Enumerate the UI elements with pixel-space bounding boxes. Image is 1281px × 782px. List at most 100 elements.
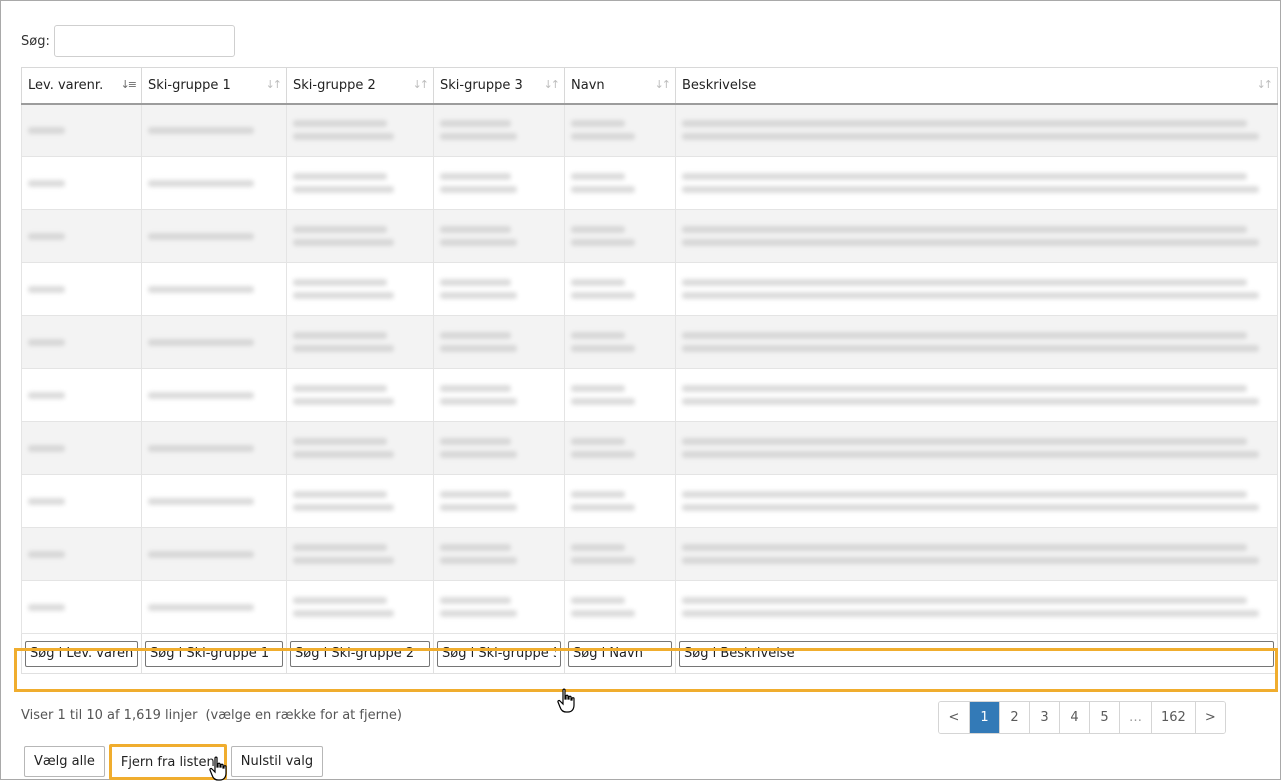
table-cell-redacted [564, 368, 676, 422]
column-header-ski-gruppe-2[interactable]: Ski-gruppe 2 ↓↑ [286, 67, 434, 105]
table-cell-redacted [21, 580, 142, 634]
table-cell-redacted [675, 527, 1278, 581]
table-cell-redacted [675, 103, 1278, 157]
table-cell-redacted [675, 262, 1278, 316]
table-cell-redacted [286, 421, 434, 475]
pagination-page-1[interactable]: 1 [969, 702, 999, 733]
selection-hint: (vælge en række for at fjerne) [205, 708, 402, 723]
pagination-page-2[interactable]: 2 [999, 702, 1029, 733]
table-cell-redacted [675, 209, 1278, 263]
table-cell-redacted [433, 209, 565, 263]
table-row[interactable] [21, 474, 1278, 528]
sort-icon: ↓↑ [654, 78, 672, 91]
table-cell-redacted [286, 209, 434, 263]
table-cell-redacted [675, 156, 1278, 210]
sort-asc-icon: ↓≡ [120, 78, 138, 91]
table-cell-redacted [21, 527, 142, 581]
filter-input-beskrivelse[interactable] [679, 640, 1274, 667]
sort-icon: ↓↑ [412, 78, 430, 91]
table-cell-redacted [433, 156, 565, 210]
table-cell-redacted [433, 580, 565, 634]
column-header-ski-gruppe-1[interactable]: Ski-gruppe 1 ↓↑ [141, 67, 287, 105]
pagination-prev-button[interactable]: < [939, 702, 969, 733]
table-cell-redacted [564, 580, 676, 634]
table-cell-redacted [433, 527, 565, 581]
filter-input-ski-gruppe-3[interactable] [437, 640, 561, 667]
filter-input-navn[interactable] [568, 640, 672, 667]
table-cell-redacted [141, 580, 287, 634]
table-cell-redacted [141, 209, 287, 263]
table-row[interactable] [21, 315, 1278, 369]
table-cell-redacted [141, 474, 287, 528]
table-cell-redacted [564, 315, 676, 369]
table-cell-redacted [141, 103, 287, 157]
table-cell-redacted [141, 421, 287, 475]
table-row[interactable] [21, 421, 1278, 475]
sort-icon: ↓↑ [1256, 78, 1274, 91]
table-cell-redacted [21, 474, 142, 528]
action-buttons: Vælg alle Fjern fra listen Nulstil valg [24, 744, 327, 780]
table-cell-redacted [286, 527, 434, 581]
table-cell-redacted [433, 315, 565, 369]
table-cell-redacted [141, 156, 287, 210]
pagination-page-5[interactable]: 5 [1089, 702, 1119, 733]
table-cell-redacted [675, 580, 1278, 634]
row-count-text: Viser 1 til 10 af 1,619 linjer [21, 708, 198, 723]
column-filter-row [21, 633, 1278, 674]
pagination-next-button[interactable]: > [1194, 702, 1225, 733]
table-cell-redacted [564, 156, 676, 210]
table-cell-redacted [675, 421, 1278, 475]
table-cell-redacted [286, 103, 434, 157]
search-label: Søg: [21, 33, 50, 49]
table-cell-redacted [286, 580, 434, 634]
table-cell-redacted [21, 262, 142, 316]
table-cell-redacted [564, 421, 676, 475]
pagination: < 1 2 3 4 5 … 162 > [938, 701, 1226, 734]
column-header-ski-gruppe-3[interactable]: Ski-gruppe 3 ↓↑ [433, 67, 565, 105]
table-cell-redacted [433, 421, 565, 475]
table-cell-redacted [141, 315, 287, 369]
table-row[interactable] [21, 103, 1278, 157]
table-cell-redacted [433, 262, 565, 316]
table-cell-redacted [21, 421, 142, 475]
table-row[interactable] [21, 368, 1278, 422]
table-cell-redacted [675, 474, 1278, 528]
table-cell-redacted [564, 209, 676, 263]
pagination-page-4[interactable]: 4 [1059, 702, 1089, 733]
table-row[interactable] [21, 156, 1278, 210]
table-cell-redacted [675, 315, 1278, 369]
table-cell-redacted [564, 527, 676, 581]
table-row[interactable] [21, 262, 1278, 316]
filter-input-lev-varenr[interactable] [25, 640, 138, 667]
reset-selection-button[interactable]: Nulstil valg [230, 746, 324, 777]
column-header-lev-varenr[interactable]: Lev. varenr. ↓≡ [21, 67, 142, 105]
table-info: Viser 1 til 10 af 1,619 linjer (vælge en … [21, 708, 402, 723]
column-header-beskrivelse[interactable]: Beskrivelse ↓↑ [675, 67, 1278, 105]
pagination-ellipsis: … [1119, 702, 1151, 733]
filter-input-ski-gruppe-1[interactable] [145, 640, 283, 667]
filter-input-ski-gruppe-2[interactable] [290, 640, 430, 667]
search-input[interactable] [53, 25, 235, 57]
table-cell-redacted [21, 156, 142, 210]
table-cell-redacted [141, 262, 287, 316]
table-body [21, 103, 1278, 634]
table-cell-redacted [21, 103, 142, 157]
remove-from-list-button[interactable]: Fjern fra listen [108, 744, 227, 780]
table-cell-redacted [21, 368, 142, 422]
table-cell-redacted [141, 368, 287, 422]
table-cell-redacted [564, 262, 676, 316]
table-cell-redacted [286, 474, 434, 528]
select-all-button[interactable]: Vælg alle [24, 746, 105, 777]
table-row[interactable] [21, 209, 1278, 263]
pagination-page-3[interactable]: 3 [1029, 702, 1059, 733]
global-search: Søg: [21, 25, 235, 57]
column-header-navn[interactable]: Navn ↓↑ [564, 67, 676, 105]
table-row[interactable] [21, 527, 1278, 581]
table-cell-redacted [286, 315, 434, 369]
pagination-page-last[interactable]: 162 [1151, 702, 1195, 733]
table-cell-redacted [21, 315, 142, 369]
table-cell-redacted [433, 368, 565, 422]
table-cell-redacted [564, 474, 676, 528]
table-row[interactable] [21, 580, 1278, 634]
table-cell-redacted [286, 368, 434, 422]
